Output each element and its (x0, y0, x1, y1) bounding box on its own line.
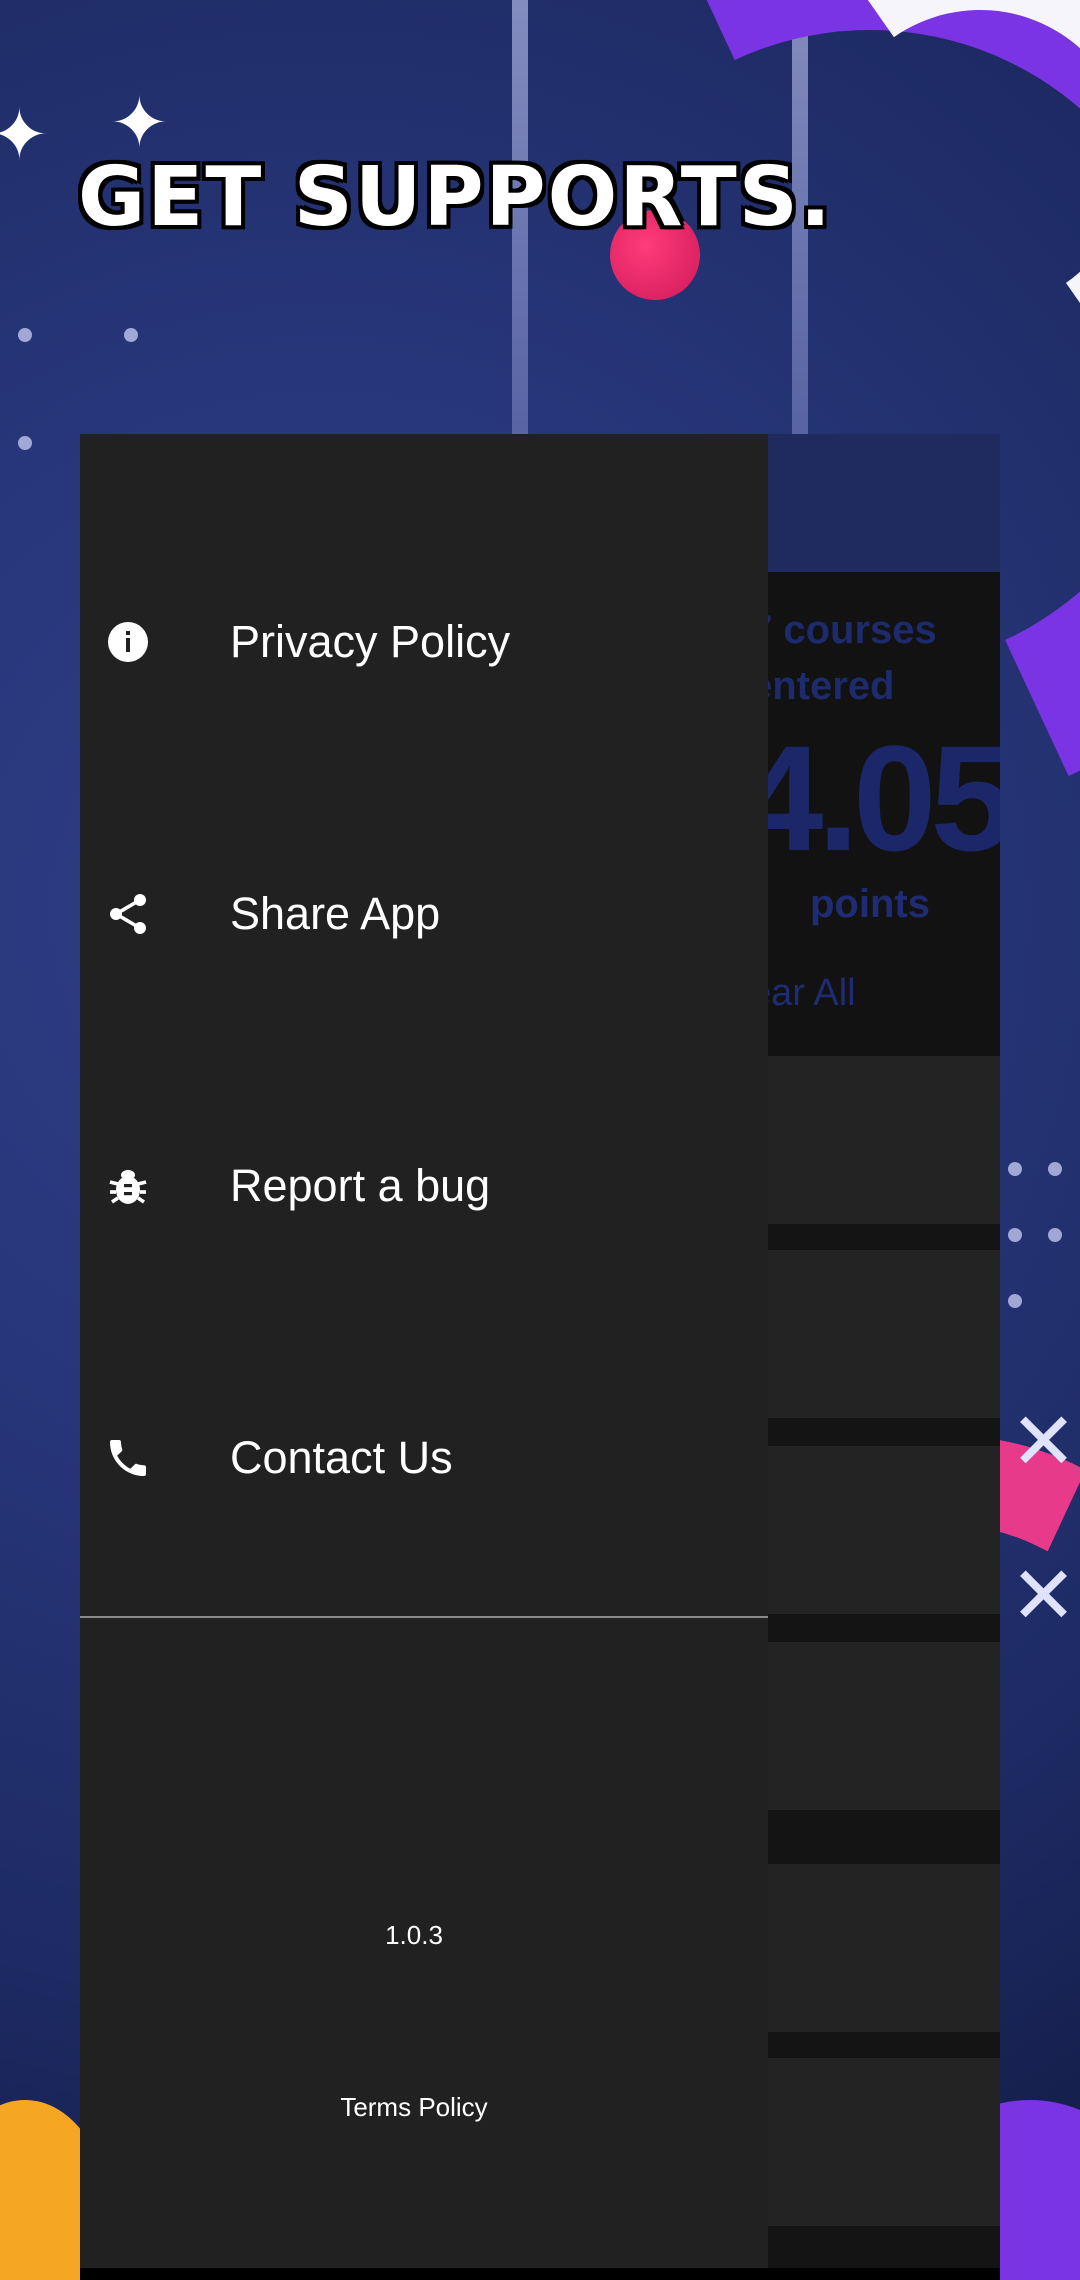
bottom-nav-bar (80, 2268, 1000, 2280)
drawer-item-share-app[interactable]: Share App (80, 844, 768, 984)
courses-entered-text: 7 courses entered (750, 608, 937, 708)
drawer-divider (80, 1616, 768, 1618)
score-value: 4.05 (740, 714, 1000, 882)
sparkle-icon: ✦ (110, 84, 169, 162)
dot-decoration (18, 436, 32, 450)
sparkle-icon: ✦ (0, 96, 49, 174)
x-decoration-icon: ✕ (1010, 1397, 1078, 1486)
app-version: 1.0.3 (385, 1920, 443, 1950)
bug-icon (104, 1162, 152, 1210)
dot-decoration (1008, 1162, 1022, 1176)
dot-decoration (1008, 1228, 1022, 1242)
share-icon (104, 890, 152, 938)
drawer-item-report-bug[interactable]: Report a bug (80, 1116, 768, 1256)
phone-icon (104, 1434, 152, 1482)
drawer-item-label: Privacy Policy (230, 616, 511, 667)
terms-policy-link[interactable]: Terms Policy (80, 2092, 748, 2123)
points-label: points (810, 882, 930, 926)
x-decoration-icon: ✕ (1010, 1551, 1078, 1640)
dot-decoration (1008, 1294, 1022, 1308)
dot-decoration (1048, 1162, 1062, 1176)
drawer-item-label: Report a bug (230, 1160, 491, 1211)
drawer-item-label: Share App (230, 888, 441, 939)
drawer-item-contact-us[interactable]: Contact Us (80, 1388, 768, 1528)
promo-headline: GET SUPPORTS. (78, 150, 833, 245)
dot-decoration (124, 328, 138, 342)
dot-decoration (18, 328, 32, 342)
dot-decoration (1048, 1228, 1062, 1242)
drawer-item-privacy-policy[interactable]: Privacy Policy (80, 572, 768, 712)
navigation-drawer: Privacy Policy Share App Report a bug Co… (80, 434, 768, 2270)
info-icon (104, 618, 152, 666)
drawer-item-label: Contact Us (230, 1432, 453, 1483)
